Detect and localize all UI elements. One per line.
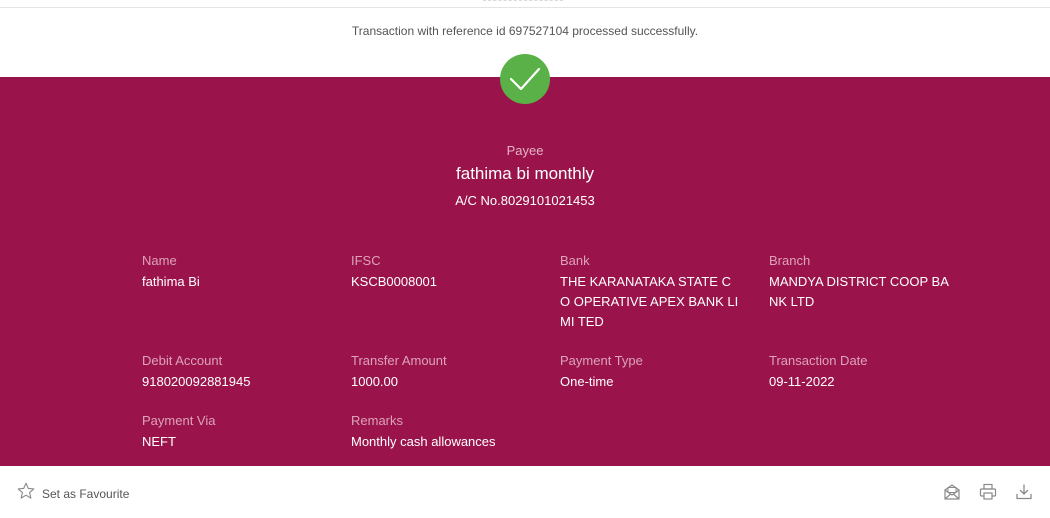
field-name: Name fathima Bi — [142, 252, 327, 292]
field-bank: Bank THE KARANATAKA STATE CO OPERATIVE A… — [560, 252, 740, 332]
field-value: KSCB0008001 — [351, 274, 438, 289]
field-value: NEFT — [142, 434, 176, 449]
top-divider — [0, 0, 1050, 8]
star-icon — [17, 482, 35, 505]
payee-label: Payee — [506, 143, 544, 158]
field-label: Transfer Amount — [351, 353, 447, 368]
field-label: Branch — [769, 253, 811, 268]
field-label: IFSC — [351, 253, 381, 268]
field-branch: Branch MANDYA DISTRICT COOP BA NK LTD — [769, 252, 949, 312]
field-payment-type: Payment Type One-time — [560, 352, 745, 392]
field-value: 918020092881945 — [142, 374, 251, 389]
field-value: THE KARANATAKA STATE CO OPERATIVE APEX B… — [560, 274, 739, 329]
field-value: 1000.00 — [351, 374, 398, 389]
top-dots — [483, 0, 563, 4]
field-label: Bank — [560, 253, 590, 268]
field-debit-account: Debit Account 918020092881945 — [142, 352, 327, 392]
field-value: Monthly cash allowances — [351, 434, 496, 449]
field-ifsc: IFSC KSCB0008001 — [351, 252, 536, 292]
success-message: Transaction with reference id 697527104 … — [351, 24, 699, 38]
set-as-favourite-button[interactable]: Set as Favourite — [17, 482, 129, 505]
field-transaction-date: Transaction Date 09-11-2022 — [769, 352, 954, 392]
footer-toolbar: Set as Favourite — [0, 466, 1050, 518]
field-label: Name — [142, 253, 177, 268]
payee-account-number: A/C No.8029101021453 — [455, 193, 595, 208]
mail-icon[interactable] — [942, 482, 962, 502]
field-payment-via: Payment Via NEFT — [142, 412, 327, 452]
field-label: Remarks — [351, 413, 404, 428]
field-value: One-time — [560, 374, 614, 389]
field-value: fathima Bi — [142, 274, 200, 289]
field-label: Debit Account — [142, 353, 223, 368]
download-icon[interactable] — [1014, 482, 1034, 502]
field-label: Payment Type — [560, 353, 643, 368]
success-check-icon — [500, 54, 550, 104]
set-as-favourite-label: Set as Favourite — [42, 486, 130, 501]
field-label: Transaction Date — [769, 353, 868, 368]
field-label: Payment Via — [142, 413, 216, 428]
field-transfer-amount: Transfer Amount 1000.00 — [351, 352, 536, 392]
print-icon[interactable] — [978, 482, 998, 502]
payee-name: fathima bi monthly — [456, 164, 594, 183]
field-value: 09-11-2022 — [769, 374, 835, 389]
field-value: MANDYA DISTRICT COOP BA NK LTD — [769, 274, 949, 309]
field-remarks: Remarks Monthly cash allowances — [351, 412, 551, 452]
